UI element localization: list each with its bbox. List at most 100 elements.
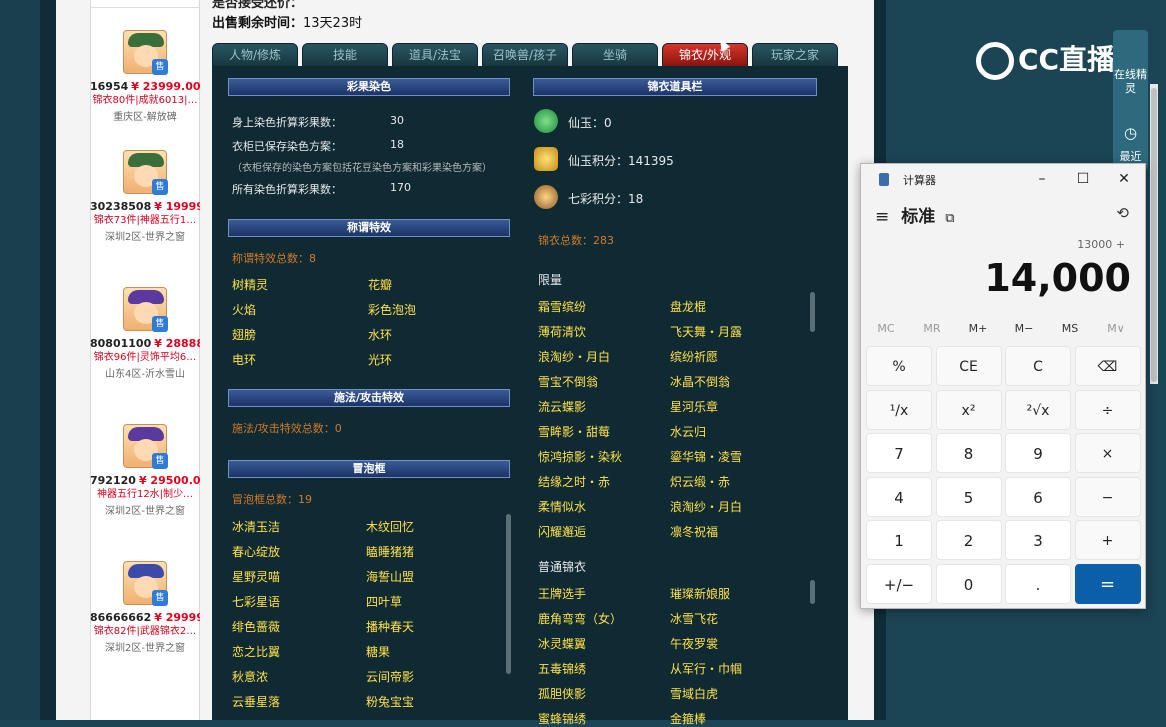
spell-section-header: 施法/攻击特效 xyxy=(228,389,510,407)
list-item: 火焰 xyxy=(232,303,257,317)
history-icon[interactable]: ⟲ xyxy=(1116,204,1129,222)
page-scrollbar-thumb[interactable] xyxy=(1151,88,1157,382)
avatar[interactable]: 售 xyxy=(123,424,168,469)
avatar[interactable]: 售 xyxy=(123,561,168,606)
sale-badge: 售 xyxy=(152,179,168,195)
backspace-button[interactable]: ⌫ xyxy=(1074,346,1141,386)
clock-icon[interactable]: ◷ xyxy=(1113,126,1148,141)
digit-6-button[interactable]: 6 xyxy=(1005,476,1071,517)
listing-tags[interactable]: 锦衣80件|成就6013|… xyxy=(90,94,200,108)
bubble-list-scrollbar[interactable] xyxy=(506,514,511,674)
divide-button[interactable]: ÷ xyxy=(1074,389,1141,430)
listing-server: 重庆区-解放碑 xyxy=(113,112,177,123)
digit-3-button[interactable]: 3 xyxy=(1005,520,1071,560)
recent-button[interactable]: 最近 xyxy=(1113,150,1148,164)
tab-player-home[interactable]: 玩家之家 xyxy=(752,43,838,67)
tab-items[interactable]: 道具/法宝 xyxy=(392,43,478,67)
list-item[interactable]: 售86666662¥ 29999.00锦衣82件|武器锦衣2…深圳2区-世界之窗 xyxy=(90,561,200,656)
memory-store-button[interactable]: MS xyxy=(1047,322,1093,335)
points-label: 仙玉积分：141395 xyxy=(568,154,674,168)
list-item: 冰晶不倒翁 xyxy=(670,375,731,389)
clear-button[interactable]: C xyxy=(1005,346,1071,386)
digit-2-button[interactable]: 2 xyxy=(935,520,1002,560)
listing-tags[interactable]: 神器五行12水|制少… xyxy=(90,488,200,502)
online-sprite-button[interactable]: 在线精灵 xyxy=(1113,68,1148,96)
listing-id: 80801100 xyxy=(90,337,152,350)
minimize-icon[interactable]: – xyxy=(1027,168,1057,190)
tab-character[interactable]: 人物/修炼 xyxy=(212,43,298,67)
percent-button[interactable]: % xyxy=(866,346,932,386)
listing-id-price: 16954 ¥ 23999.00 xyxy=(90,80,200,94)
listing-tags[interactable]: 锦衣82件|武器锦衣2… xyxy=(90,625,200,639)
close-icon[interactable]: ✕ xyxy=(1109,168,1139,190)
avatar[interactable]: 售 xyxy=(123,150,168,195)
menu-icon[interactable]: ≡ xyxy=(875,207,889,227)
list-item: 电环 xyxy=(232,353,257,367)
clear-entry-button[interactable]: CE xyxy=(935,346,1002,386)
minus-button[interactable]: − xyxy=(1074,476,1141,517)
reciprocal-button[interactable]: ¹/x xyxy=(866,389,932,430)
digit-9-button[interactable]: 9 xyxy=(1005,433,1071,473)
list-item: 浪淘纱・月白 xyxy=(670,500,743,514)
digit-7-button[interactable]: 7 xyxy=(866,433,932,473)
digit-1-button[interactable]: 1 xyxy=(866,520,932,560)
listing-price: ¥ 19999.00 xyxy=(154,200,200,213)
square-button[interactable]: x² xyxy=(935,389,1002,430)
limited-list-scrollbar[interactable] xyxy=(810,292,815,332)
page-scrollbar[interactable] xyxy=(1150,84,1158,384)
color-row-value: 170 xyxy=(390,181,411,194)
memory-subtract-button[interactable]: M− xyxy=(1001,322,1047,335)
side-panel: 在线精灵 ◷ 最近 xyxy=(1113,30,1148,170)
list-item: 光环 xyxy=(368,353,393,367)
square-root-button[interactable]: ²√x xyxy=(1005,389,1071,430)
equals-button[interactable]: = xyxy=(1074,563,1141,604)
list-item: 雪域白虎 xyxy=(670,687,719,701)
wardrobe-total: 锦衣总数：283 xyxy=(538,234,614,247)
list-item[interactable]: 售 792120¥ 29500.00神器五行12水|制少… 深圳2区-世界之窗 xyxy=(90,424,200,519)
digit-8-button[interactable]: 8 xyxy=(935,433,1002,473)
multiply-button[interactable]: × xyxy=(1074,433,1141,473)
list-item: 薄荷清饮 xyxy=(538,325,587,339)
calculator-titlebar[interactable]: 计算器 – ☐ ✕ xyxy=(861,164,1147,194)
list-item: 播种春天 xyxy=(366,620,415,634)
plus-button[interactable]: + xyxy=(1074,520,1141,560)
list-item: 凛冬祝福 xyxy=(670,525,719,539)
listing-tags[interactable]: 锦衣96件|灵饰平均6… xyxy=(90,351,200,365)
list-item: 水环 xyxy=(368,328,393,342)
listing-id-price: 792120¥ 29500.00 xyxy=(90,474,200,488)
list-item[interactable]: 售80801100¥ 28888.00锦衣96件|灵饰平均6…山东4区-沂水雪山 xyxy=(90,287,200,382)
bubble-total: 冒泡框总数：19 xyxy=(232,493,312,506)
maximize-icon[interactable]: ☐ xyxy=(1068,168,1098,190)
bubble-section-header: 冒泡框 xyxy=(228,460,510,478)
list-item: 春心绽放 xyxy=(232,545,281,559)
memory-clear-button[interactable]: MC xyxy=(863,322,909,335)
list-item[interactable]: 售 16954 ¥ 23999.00 锦衣80件|成就6013|… 重庆区-解放碑 xyxy=(90,30,200,125)
avatar[interactable]: 售 xyxy=(123,287,168,332)
tab-outfits[interactable]: 锦衣/外观 xyxy=(662,43,748,67)
background-left xyxy=(0,0,40,720)
memory-recall-button[interactable]: MR xyxy=(909,322,955,335)
negate-button[interactable]: +/− xyxy=(866,563,932,604)
listing-server: 深圳2区-世界之窗 xyxy=(105,643,185,654)
list-item: 霜雪缤纷 xyxy=(538,300,587,314)
listing-tags[interactable]: 锦衣73件|神器五行1… xyxy=(90,214,200,228)
normal-list-scrollbar[interactable] xyxy=(810,580,815,604)
digit-5-button[interactable]: 5 xyxy=(935,476,1002,517)
list-item: 结缘之时・赤 xyxy=(538,475,611,489)
sale-badge: 售 xyxy=(152,453,168,469)
memory-add-button[interactable]: M+ xyxy=(955,322,1001,335)
tab-pets[interactable]: 召唤兽/孩子 xyxy=(482,43,568,67)
cc-live-logo: CC直播 xyxy=(976,38,1115,80)
digit-4-button[interactable]: 4 xyxy=(866,476,932,517)
list-item: 瞌睡猪猪 xyxy=(366,545,415,559)
decimal-button[interactable]: . xyxy=(1005,563,1071,604)
keep-on-top-icon[interactable]: ⧉ xyxy=(945,211,954,226)
points-icon xyxy=(534,147,558,171)
tab-mounts[interactable]: 坐骑 xyxy=(572,43,658,67)
list-item[interactable]: 售30238508¥ 19999.00锦衣73件|神器五行1…深圳2区-世界之窗 xyxy=(90,150,200,245)
digit-0-button[interactable]: 0 xyxy=(935,563,1002,604)
tab-skills[interactable]: 技能 xyxy=(302,43,388,67)
avatar[interactable]: 售 xyxy=(123,30,168,75)
memory-list-button[interactable]: M∨ xyxy=(1093,322,1139,335)
list-item: 七彩星语 xyxy=(232,595,281,609)
